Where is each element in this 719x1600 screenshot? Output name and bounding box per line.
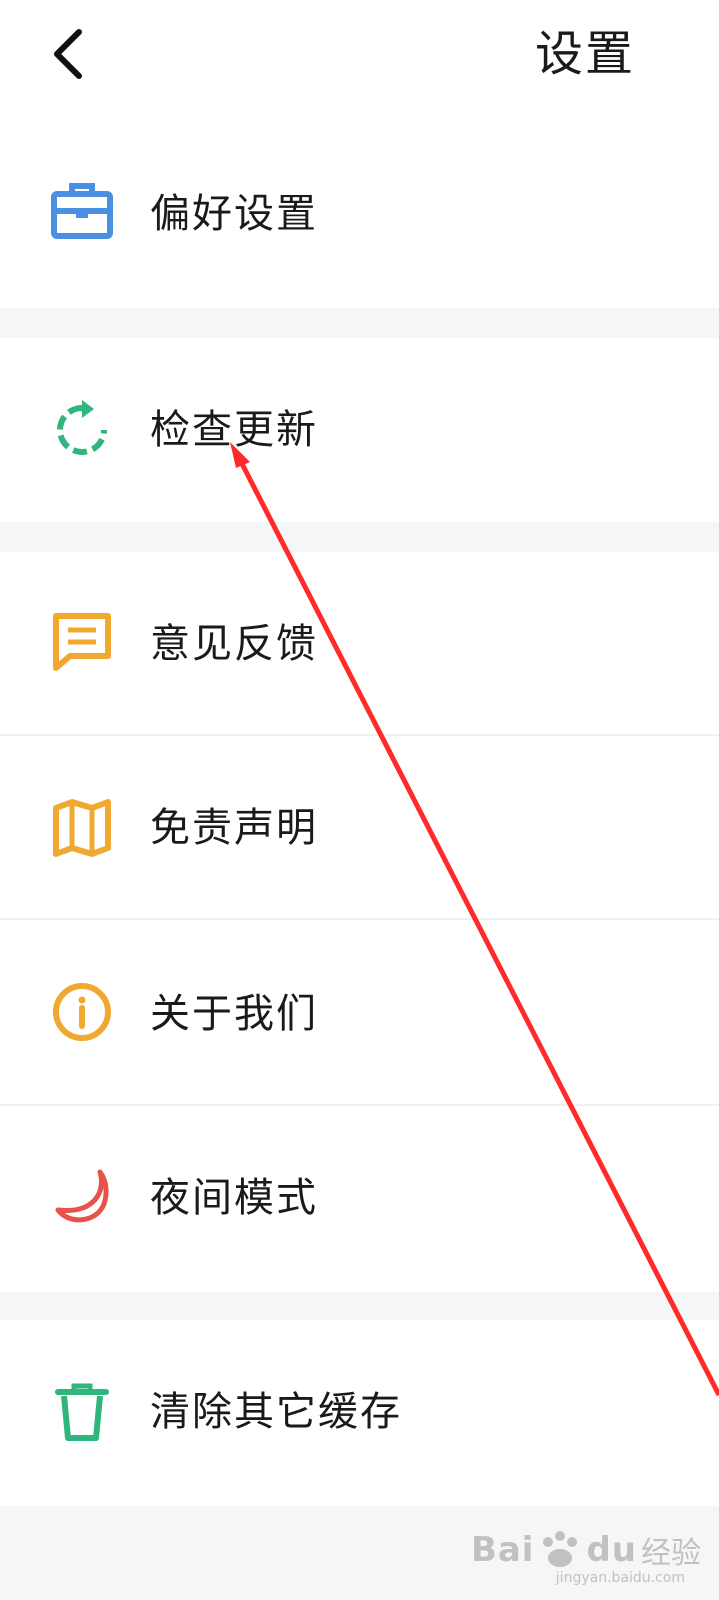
trash-icon [50, 1380, 114, 1444]
menu-item-check-update[interactable]: 检查更新 [0, 338, 719, 522]
menu-item-label: 检查更新 [150, 407, 318, 453]
watermark-url: jingyan.baidu.com [555, 1570, 685, 1586]
watermark-brand: Bai [470, 1530, 535, 1570]
watermark-brand-tail: du [586, 1530, 637, 1570]
menu-item-label: 关于我们 [150, 991, 318, 1037]
header-bar: 设置 [0, 0, 719, 120]
menu-item-label: 清除其它缓存 [150, 1389, 402, 1435]
info-icon [50, 980, 114, 1044]
paw-icon [543, 1531, 578, 1567]
moon-icon [50, 1164, 114, 1228]
menu-item-night-mode[interactable]: 夜间模式 [0, 1106, 719, 1292]
menu-item-disclaimer[interactable]: 免责声明 [0, 736, 719, 918]
menu-item-label: 偏好设置 [150, 191, 318, 237]
menu-item-label: 意见反馈 [150, 621, 318, 667]
section-gap [0, 1292, 719, 1320]
section-gap [0, 522, 719, 552]
page-title: 设置 [534, 26, 635, 82]
menu-item-clear-cache[interactable]: 清除其它缓存 [0, 1320, 719, 1506]
menu-item-preferences[interactable]: 偏好设置 [0, 120, 719, 308]
menu-item-feedback[interactable]: 意见反馈 [0, 552, 719, 734]
watermark-suffix: 经验 [641, 1536, 701, 1571]
back-button[interactable] [38, 18, 98, 90]
baidu-watermark: Bai du 经验 jingyan.baidu.com [470, 1528, 701, 1586]
briefcase-icon [50, 178, 114, 242]
map-icon [50, 796, 114, 860]
menu-item-label: 免责声明 [150, 805, 318, 851]
menu-item-about[interactable]: 关于我们 [0, 920, 719, 1104]
menu-item-label: 夜间模式 [150, 1175, 318, 1221]
chat-icon [50, 610, 114, 674]
section-gap [0, 308, 719, 338]
chevron-left-icon [54, 29, 82, 79]
refresh-icon [50, 398, 114, 462]
